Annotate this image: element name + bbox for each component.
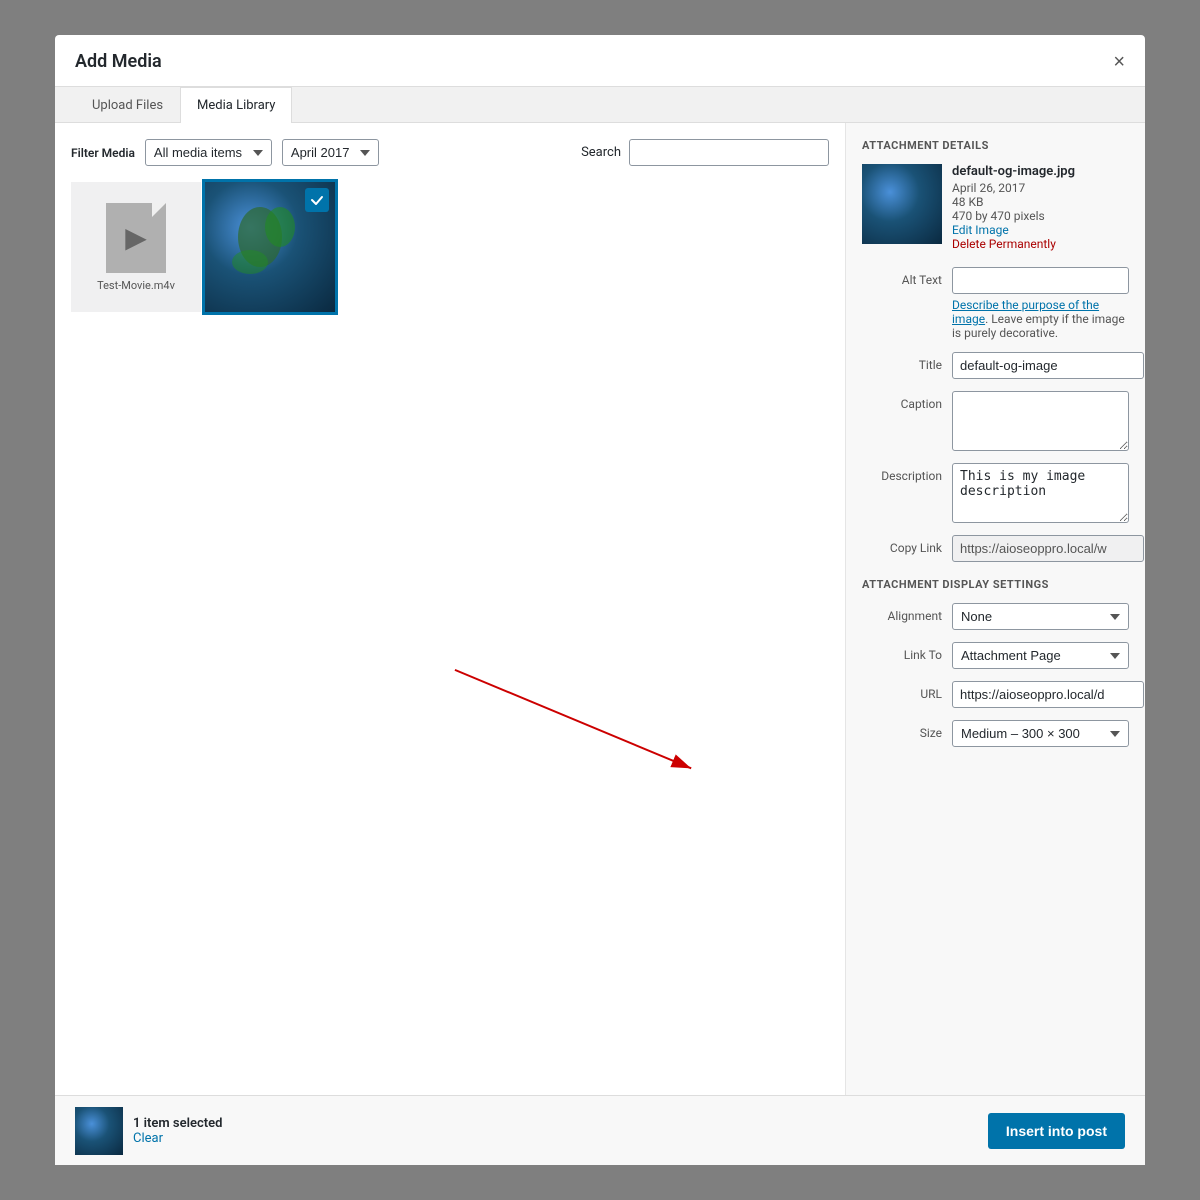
selected-thumb-image: [75, 1107, 123, 1155]
url-input[interactable]: [952, 681, 1144, 708]
copy-link-input[interactable]: [952, 535, 1144, 562]
edit-image-link[interactable]: Edit Image: [952, 223, 1009, 237]
link-to-label: Link To: [862, 642, 952, 662]
copy-link-label: Copy Link: [862, 535, 952, 555]
selected-count: 1 item selected: [133, 1116, 222, 1131]
selected-check: [305, 188, 329, 212]
size-row: Size Thumbnail – 150 × 150 Medium – 300 …: [862, 720, 1129, 747]
attachment-meta: default-og-image.jpg April 26, 2017 48 K…: [952, 164, 1075, 251]
tab-upload[interactable]: Upload Files: [75, 87, 180, 123]
size-select[interactable]: Thumbnail – 150 × 150 Medium – 300 × 300…: [952, 720, 1129, 747]
description-label: Description: [862, 463, 952, 483]
alignment-select[interactable]: None Left Center Right: [952, 603, 1129, 630]
title-input[interactable]: [952, 352, 1144, 379]
media-content-wrapper: ▶ Test-Movie.m4v: [71, 182, 829, 1079]
media-type-filter[interactable]: All media items Images Audio Video: [145, 139, 272, 166]
selected-info: 1 item selected Clear: [75, 1107, 222, 1155]
caption-label: Caption: [862, 391, 952, 411]
attachment-date: April 26, 2017: [952, 181, 1075, 195]
attachment-dimensions: 470 by 470 pixels: [952, 209, 1075, 223]
link-to-select[interactable]: Attachment Page Media File Custom URL No…: [952, 642, 1129, 669]
display-settings-title: ATTACHMENT DISPLAY SETTINGS: [862, 578, 1129, 591]
filter-label: Filter Media: [71, 146, 135, 160]
search-input[interactable]: [629, 139, 829, 166]
alignment-label: Alignment: [862, 603, 952, 623]
filter-bar: Filter Media All media items Images Audi…: [71, 139, 829, 166]
date-filter[interactable]: April 2017 All dates: [282, 139, 379, 166]
title-row: Title: [862, 352, 1129, 379]
copy-link-row: Copy Link: [862, 535, 1129, 562]
caption-textarea[interactable]: [952, 391, 1129, 451]
alt-text-row: Alt Text Describe the purpose of the ima…: [862, 267, 1129, 340]
attachment-filename: default-og-image.jpg: [952, 164, 1075, 179]
alt-text-hint: Describe the purpose of the image. Leave…: [952, 267, 1129, 340]
media-item-video-label: Test-Movie.m4v: [93, 279, 179, 292]
alt-text-label: Alt Text: [862, 267, 952, 287]
clear-link[interactable]: Clear: [133, 1131, 163, 1146]
insert-into-post-button[interactable]: Insert into post: [988, 1113, 1125, 1149]
delete-permanently-link[interactable]: Delete Permanently: [952, 237, 1056, 251]
alt-text-input[interactable]: [952, 267, 1129, 294]
selected-thumbnail: [75, 1107, 123, 1155]
media-grid: ▶ Test-Movie.m4v: [71, 182, 829, 312]
search-area: Search: [581, 139, 829, 166]
attachment-sidebar: ATTACHMENT DETAILS default-og-image.jpg …: [845, 123, 1145, 1095]
caption-row: Caption: [862, 391, 1129, 451]
description-textarea[interactable]: This is my image description: [952, 463, 1129, 523]
selected-text: 1 item selected Clear: [133, 1116, 222, 1146]
tabs-bar: Upload Files Media Library: [55, 87, 1145, 123]
attachment-thumb-image: [862, 164, 942, 244]
attachment-filesize: 48 KB: [952, 195, 1075, 209]
media-item-earth[interactable]: [205, 182, 335, 312]
description-row: Description This is my image description: [862, 463, 1129, 523]
link-to-row: Link To Attachment Page Media File Custo…: [862, 642, 1129, 669]
modal-title: Add Media: [75, 51, 162, 86]
attachment-details-title: ATTACHMENT DETAILS: [862, 139, 1129, 152]
annotation-arrow: [71, 182, 829, 1079]
size-label: Size: [862, 720, 952, 740]
url-label: URL: [862, 681, 952, 701]
attachment-info: default-og-image.jpg April 26, 2017 48 K…: [862, 164, 1129, 251]
modal-footer: 1 item selected Clear Insert into post: [55, 1095, 1145, 1165]
alignment-row: Alignment None Left Center Right: [862, 603, 1129, 630]
title-label: Title: [862, 352, 952, 372]
tab-media-library[interactable]: Media Library: [180, 87, 292, 123]
url-row: URL: [862, 681, 1129, 708]
search-label: Search: [581, 145, 621, 160]
close-button[interactable]: ×: [1113, 52, 1125, 86]
attachment-thumbnail: [862, 164, 942, 244]
media-area: Filter Media All media items Images Audi…: [55, 123, 845, 1095]
media-item-video[interactable]: ▶ Test-Movie.m4v: [71, 182, 201, 312]
